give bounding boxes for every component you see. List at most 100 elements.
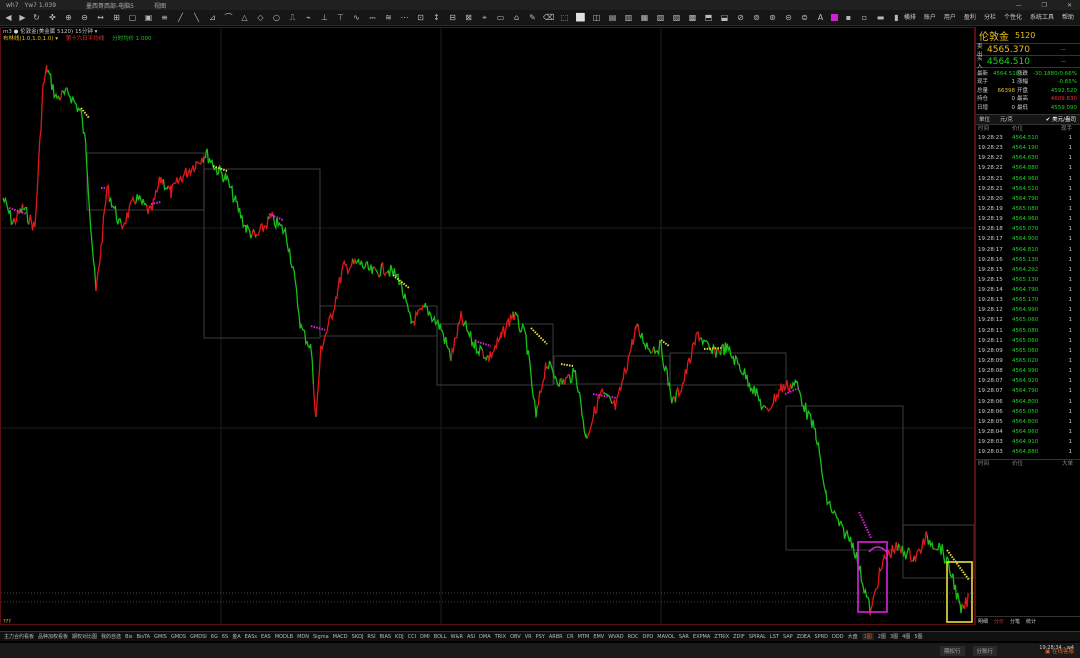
toolbar-tool-icon[interactable]: ⬓ [719, 12, 730, 23]
maximize-button[interactable]: ❐ [1042, 2, 1047, 9]
indicator-tab[interactable]: MAVOL [657, 634, 674, 640]
indicator-tab[interactable]: DMI [420, 634, 430, 640]
indicator-tab[interactable]: EASs [245, 634, 257, 640]
toolbar-tool-icon[interactable]: △ [239, 12, 250, 23]
indicator-tab[interactable]: TRIX [495, 634, 506, 640]
toolbar-tool-icon[interactable]: ≋ [383, 12, 394, 23]
indicator-tab[interactable]: WVAD [608, 634, 623, 640]
sell-row[interactable]: 卖出 4565.370 — [976, 43, 1080, 58]
toolbar-tool-icon[interactable]: ⊞ [111, 12, 122, 23]
footer-tab-detail[interactable]: 明细 [978, 618, 988, 625]
buy-row[interactable]: 买入 4564.510 — [976, 55, 1080, 70]
top-menu-item[interactable]: 分栏 [984, 12, 996, 21]
indicator-tab[interactable]: SKDJ [352, 634, 364, 640]
indicator-tab[interactable]: SPRD [815, 634, 829, 640]
toolbar-tool-icon[interactable]: ↕ [431, 12, 442, 23]
footer-tab-stats[interactable]: 统计 [1026, 618, 1036, 625]
indicator-tab[interactable]: 金A [232, 633, 240, 640]
toolbar-tool-icon[interactable]: ⊡ [415, 12, 426, 23]
unit-tab-gram[interactable]: 元/克 [1000, 115, 1013, 123]
toolbar-tool-icon[interactable]: ◇ [255, 12, 266, 23]
ticks-list[interactable]: 19:28:23 4564.510 1 19:28:23 4564.190 1 19:28:… [976, 133, 1080, 458]
toolbar-tool-icon[interactable]: ✜ [47, 12, 58, 23]
top-menu-item[interactable]: 账户 [924, 12, 936, 21]
footer-tab-price[interactable]: 分价 [994, 618, 1004, 625]
indicator-tab[interactable]: BOLL [434, 634, 447, 640]
toolbar-tool-icon[interactable]: ⊤ [335, 12, 346, 23]
indicator-tab[interactable]: 5图 [914, 633, 922, 640]
indicator-tab[interactable]: PSY [536, 634, 545, 640]
status-button-1[interactable]: 期权行 [940, 645, 965, 656]
chart-instrument-label[interactable]: m3 ● 伦敦金(美金属 5120) 15分钟 ▾ [3, 29, 158, 36]
status-button-2[interactable]: 分账行 [972, 645, 998, 656]
toolbar-tool-icon[interactable]: ▥ [623, 12, 634, 23]
indicator-tab[interactable]: KDJ [395, 634, 404, 640]
toolbar-tool-icon[interactable]: ∿ [351, 12, 362, 23]
indicator-tab[interactable]: 期权对比图 [72, 633, 97, 640]
unit-tab-ounce[interactable]: ✔ 美元/盎司 [1046, 115, 1076, 123]
toolbar-tool-icon[interactable]: ◀ [3, 12, 14, 23]
indicator-boll-label[interactable]: 布林线(1.0,1.0,1.0) ▾ [3, 36, 58, 42]
toolbar-tool-icon[interactable]: ↔ [95, 12, 106, 23]
indicator-tab[interactable]: ZDEA [797, 634, 811, 640]
indicator-tab[interactable]: 我的自选 [101, 633, 121, 640]
indicator-tab[interactable]: DDD [832, 634, 844, 640]
footer-tab-trade[interactable]: 分笔 [1010, 618, 1020, 625]
top-menu-item[interactable]: 用户 [944, 12, 956, 21]
toolbar-tool-icon[interactable]: ⌫ [543, 12, 554, 23]
minimize-button[interactable]: — [1016, 2, 1022, 9]
toolbar-tool-icon[interactable]: ⬒ [703, 12, 714, 23]
indicator-tab[interactable]: Bis [125, 634, 132, 640]
indicator-tab[interactable]: CR [567, 634, 574, 640]
toolbar-tool-icon[interactable]: ▢ [127, 12, 138, 23]
indicator-tab[interactable]: 3图 [890, 633, 898, 640]
toolbar-tool-icon[interactable]: ▤ [607, 12, 618, 23]
indicator-tab[interactable]: SPIRAL [749, 634, 766, 640]
indicator-tab[interactable]: ARBR [549, 634, 563, 640]
indicator-tab[interactable]: DMA [479, 634, 491, 640]
indicator-tab[interactable]: LST [770, 634, 779, 640]
toolbar-tool-icon[interactable]: ▮ [891, 12, 902, 23]
indicator-tab[interactable]: MTM [578, 634, 590, 640]
toolbar-tool-icon[interactable]: ◫ [591, 12, 602, 23]
toolbar-tool-icon[interactable]: ⌒ [223, 12, 234, 23]
indicator-tab[interactable]: BIAS [380, 634, 392, 640]
toolbar-tool-icon[interactable]: ▦ [639, 12, 650, 23]
indicator-tab-active[interactable]: 1图 [861, 633, 874, 640]
toolbar-tool-icon[interactable]: ⊠ [463, 12, 474, 23]
top-menu-item[interactable]: 盈利 [964, 12, 976, 21]
indicator-tab[interactable]: 品种加权看板 [38, 633, 68, 640]
indicator-tab[interactable]: CCI [408, 634, 416, 640]
indicator-tab[interactable]: 主力合约看板 [4, 633, 34, 640]
indicator-tab[interactable]: ROC [628, 634, 639, 640]
toolbar-tool-icon[interactable]: ⌁ [303, 12, 314, 23]
indicator-tab[interactable]: 6S [222, 634, 228, 640]
indicator-tab[interactable]: RSI [367, 634, 375, 640]
indicator-tab[interactable]: EAS [261, 634, 271, 640]
indicator-tab[interactable]: DPO [642, 634, 653, 640]
toolbar-tool-icon[interactable]: ▬ [875, 12, 886, 23]
toolbar-tool-icon[interactable]: ╲ [191, 12, 202, 23]
toolbar-tool-icon[interactable]: A [815, 12, 826, 23]
indicator-tab[interactable]: VR [525, 634, 532, 640]
toolbar-tool-icon[interactable]: ✎ [527, 12, 538, 23]
toolbar-tool-icon[interactable]: ⬚ [559, 12, 570, 23]
toolbar-tool-icon[interactable]: ▩ [687, 12, 698, 23]
toolbar-tool-icon[interactable]: ⊿ [207, 12, 218, 23]
indicator-tab[interactable]: MODLB [275, 634, 293, 640]
top-menu-item[interactable]: 系统工具 [1030, 12, 1054, 21]
indicator-tab[interactable]: ASI [467, 634, 475, 640]
toolbar-tool-icon[interactable]: ≡ [159, 12, 170, 23]
indicator-tab[interactable]: MDN [297, 634, 309, 640]
toolbar-tool-icon[interactable]: ⎓ [367, 12, 378, 23]
toolbar-tool-icon[interactable]: ⊛ [767, 12, 778, 23]
toolbar-tool-icon[interactable]: ▣ [143, 12, 154, 23]
toolbar-tool-icon[interactable]: ▧ [655, 12, 666, 23]
toolbar-tool-icon[interactable]: ⊕ [63, 12, 74, 23]
indicator-tab[interactable]: SAR [679, 634, 689, 640]
top-menu-item[interactable]: 横排 [904, 12, 916, 21]
indicator-tab[interactable]: Sigma [313, 634, 329, 640]
indicator-tab[interactable]: GMDSI [190, 634, 207, 640]
toolbar-tool-icon[interactable]: ⊚ [751, 12, 762, 23]
indicator-tab[interactable]: SAP [783, 634, 793, 640]
